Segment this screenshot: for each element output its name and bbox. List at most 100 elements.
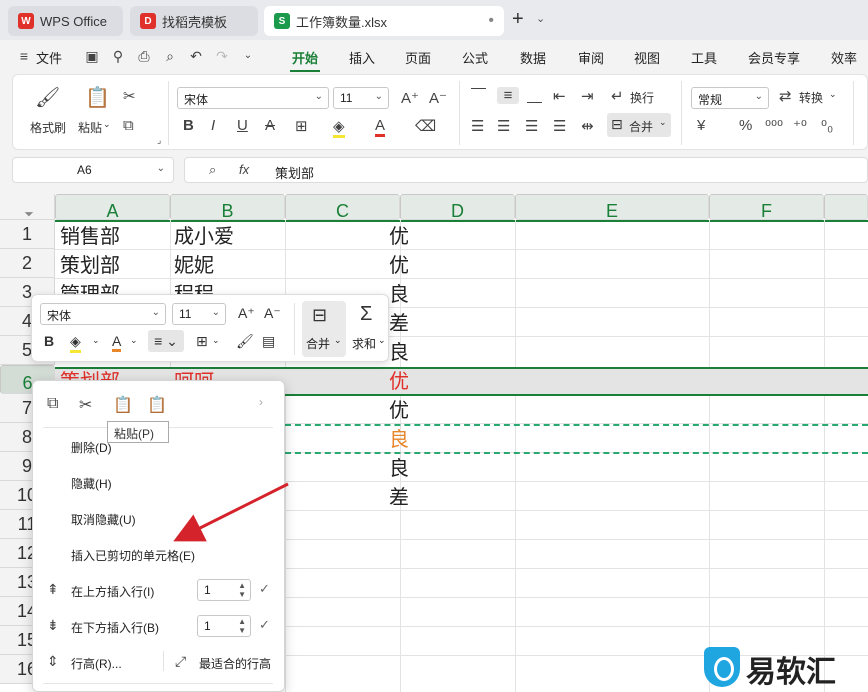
mini-font-name-select[interactable]: 宋体 ⌄	[40, 303, 166, 325]
paste-icon[interactable]: 📋	[85, 85, 110, 110]
wrap-text-icon[interactable]: ↵	[611, 87, 624, 105]
cell-d10[interactable]: 差	[389, 483, 409, 512]
tab-close-dot-icon[interactable]: •	[488, 12, 494, 30]
align-left-icon[interactable]: ☰	[471, 117, 484, 135]
menu-page[interactable]: 页面	[405, 48, 431, 67]
copy-icon[interactable]: ⧉	[47, 395, 58, 413]
menu-row-height[interactable]: 行高(R)...	[71, 655, 122, 672]
print-preview-icon[interactable]: ⌕	[162, 48, 178, 64]
mini-font-size-select[interactable]: 11 ⌄	[172, 303, 226, 325]
convert-icon[interactable]: ⇄	[779, 87, 792, 105]
cell-b2[interactable]: 妮妮	[174, 251, 214, 280]
convert-label[interactable]: 转换	[799, 89, 823, 106]
menu-data[interactable]: 数据	[520, 48, 546, 67]
chevron-right-icon[interactable]: ›	[259, 395, 263, 409]
decrease-font-icon[interactable]: A⁻	[429, 89, 447, 107]
menu-review[interactable]: 审阅	[578, 48, 604, 67]
col-header-b[interactable]: B	[170, 194, 285, 221]
col-header-c[interactable]: C	[285, 194, 400, 221]
mini-fill-chevron-icon[interactable]: ⌄	[92, 335, 100, 346]
select-all-corner[interactable]	[0, 194, 55, 220]
format-painter-icon[interactable]: 🖌	[35, 85, 60, 110]
format-painter-label[interactable]: 格式刷	[30, 119, 66, 136]
copy-icon[interactable]: ⧉	[123, 117, 134, 134]
cell-d7[interactable]: 优	[389, 396, 409, 425]
increase-font-icon[interactable]: A⁺	[401, 89, 419, 107]
indent-decrease-icon[interactable]: ⇤	[553, 87, 566, 105]
mini-bold-icon[interactable]: B	[44, 333, 54, 349]
cell-d6[interactable]: 优	[389, 367, 409, 396]
align-top-icon[interactable]: ⎺	[471, 87, 486, 104]
menu-home[interactable]: 开始	[292, 48, 318, 67]
font-name-select[interactable]: 宋体 ⌄	[177, 87, 329, 109]
menu-view[interactable]: 视图	[634, 48, 660, 67]
menu-delete[interactable]: 删除(D)	[71, 439, 112, 456]
paste-chevron-icon[interactable]: ⌄	[103, 119, 111, 130]
wrap-text-label[interactable]: 换行	[630, 89, 654, 106]
fx-icon[interactable]: fx	[239, 162, 249, 177]
paste-icon[interactable]: 📋	[113, 395, 133, 415]
menu-unhide[interactable]: 取消隐藏(U)	[71, 511, 136, 528]
confirm-check-icon[interactable]: ✓	[259, 617, 270, 633]
menu-file[interactable]: 文件	[36, 48, 62, 67]
increase-decimal-icon[interactable]: ⁺⁰	[793, 117, 807, 135]
spin-up-icon[interactable]: ▲	[238, 617, 246, 626]
menu-member[interactable]: 会员专享	[748, 48, 800, 67]
menu-formulas[interactable]: 公式	[462, 48, 488, 67]
cell-d3[interactable]: 良	[389, 280, 409, 309]
mini-decrease-font-icon[interactable]: A⁻	[264, 305, 281, 322]
save-icon[interactable]: ▣	[84, 48, 100, 64]
quick-access-chevron-icon[interactable]: ⌄	[240, 48, 256, 64]
mini-autofit-icon[interactable]: ▤	[262, 333, 275, 350]
tab-wps-office[interactable]: W WPS Office	[8, 6, 123, 36]
cell-a2[interactable]: 策划部	[60, 251, 120, 280]
mini-sum-chevron-icon[interactable]: ⌄	[378, 335, 386, 346]
border-icon[interactable]: ⊞	[295, 117, 308, 135]
bold-icon[interactable]: B	[183, 117, 194, 134]
dialog-launcher-icon[interactable]: ⌟	[157, 135, 161, 146]
zoom-icon[interactable]: ⌕	[209, 162, 216, 178]
align-right-icon[interactable]: ☰	[525, 117, 538, 135]
mini-sum-label[interactable]: 求和	[352, 335, 376, 352]
cell-b1[interactable]: 成小爱	[174, 222, 234, 251]
merge-button[interactable]: ⊟ 合并 ⌄	[607, 113, 671, 137]
mini-font-color-chevron-icon[interactable]: ⌄	[130, 335, 138, 346]
cell-d9[interactable]: 良	[389, 454, 409, 483]
justify-icon[interactable]: ☰	[553, 117, 566, 135]
menu-insert-row-below[interactable]: 在下方插入行(B)	[71, 619, 159, 636]
number-format-select[interactable]: 常规 ⌄	[691, 87, 769, 109]
redo-icon[interactable]: ↷	[214, 48, 230, 64]
menu-insert-row-above[interactable]: 在上方插入行(I)	[71, 583, 154, 600]
underline-icon[interactable]: U	[237, 117, 248, 134]
tab-list-chevron-icon[interactable]: ⌄	[536, 12, 545, 25]
tab-workbook[interactable]: S 工作簿数量.xlsx •	[264, 6, 504, 36]
col-header-a[interactable]: A	[55, 194, 170, 221]
menu-insert-cut-cells[interactable]: 插入已剪切的单元格(E)	[71, 547, 195, 564]
col-header-d[interactable]: D	[400, 194, 515, 221]
undo-icon[interactable]: ↶	[188, 48, 204, 64]
spin-down-icon[interactable]: ▼	[238, 590, 246, 599]
cell-d1[interactable]: 优	[389, 222, 409, 251]
italic-icon[interactable]: I	[211, 117, 215, 134]
cell-d4[interactable]: 差	[389, 309, 409, 338]
menu-efficiency[interactable]: 效率	[831, 48, 857, 67]
spin-up-icon[interactable]: ▲	[238, 581, 246, 590]
indent-increase-icon[interactable]: ⇥	[581, 87, 594, 105]
name-box[interactable]: A6 ⌄	[12, 157, 174, 183]
hamburger-icon[interactable]: ≡	[16, 48, 32, 64]
print-icon[interactable]: ⎙	[136, 48, 152, 64]
menu-insert[interactable]: 插入	[349, 48, 375, 67]
cut-icon[interactable]: ✂	[79, 395, 92, 415]
mini-align-icon[interactable]: ≡ ⌄	[148, 330, 184, 352]
convert-chevron-icon[interactable]: ⌄	[829, 89, 837, 100]
font-color-icon[interactable]: A	[375, 117, 386, 137]
thousands-icon[interactable]: ⁰⁰⁰	[765, 117, 783, 135]
insert-below-count-input[interactable]: 1 ▲ ▼	[197, 615, 251, 637]
distribute-icon[interactable]: ⇹	[581, 117, 594, 135]
col-header-g[interactable]	[824, 194, 868, 220]
mini-format-painter-icon[interactable]: 🖌	[236, 333, 254, 350]
cell-a1[interactable]: 销售部	[60, 222, 120, 251]
fill-color-icon[interactable]: ◈	[333, 117, 345, 138]
mini-merge-button[interactable]: ⊟ 合并 ⌄	[302, 301, 346, 357]
strikethrough-icon[interactable]: A	[265, 117, 275, 134]
